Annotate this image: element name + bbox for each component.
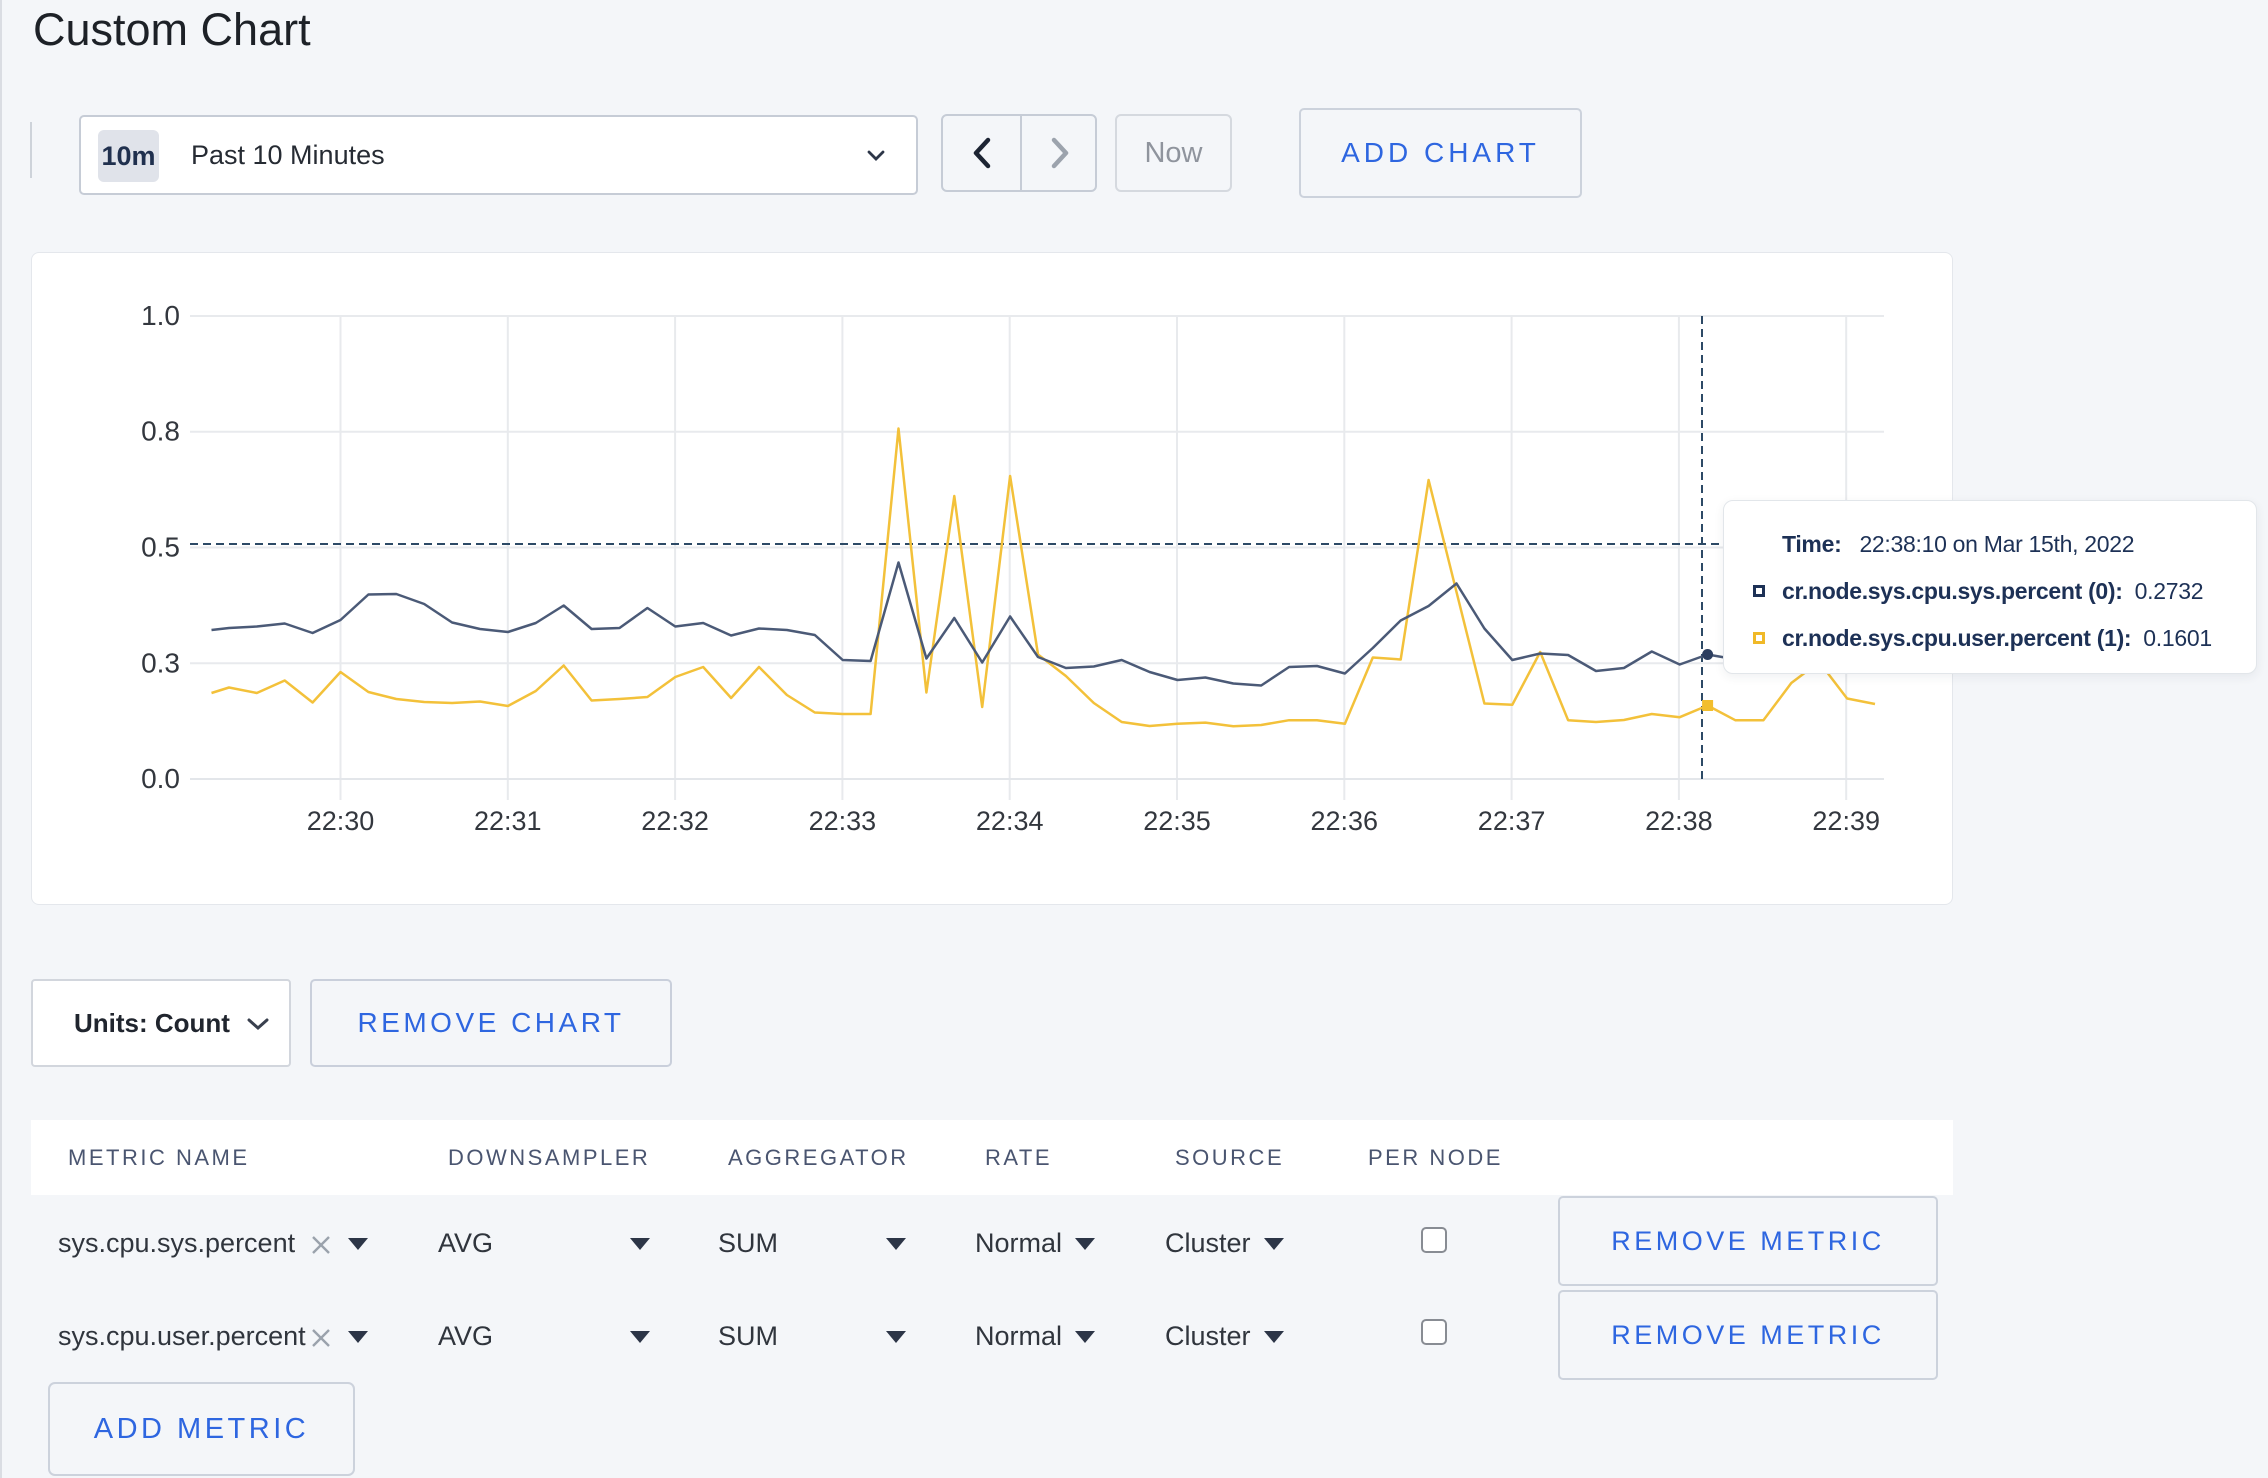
svg-text:0.8: 0.8	[141, 416, 180, 447]
svg-text:22:33: 22:33	[809, 806, 877, 836]
svg-text:0.5: 0.5	[141, 532, 180, 563]
svg-text:22:37: 22:37	[1478, 806, 1546, 836]
svg-text:22:34: 22:34	[976, 806, 1044, 836]
svg-text:22:30: 22:30	[307, 806, 375, 836]
svg-text:0.0: 0.0	[141, 763, 180, 794]
svg-text:0.3: 0.3	[141, 648, 180, 679]
svg-text:22:36: 22:36	[1311, 806, 1379, 836]
svg-text:22:39: 22:39	[1812, 806, 1880, 836]
svg-text:22:35: 22:35	[1143, 806, 1211, 836]
svg-text:22:31: 22:31	[474, 806, 542, 836]
svg-text:22:32: 22:32	[641, 806, 709, 836]
svg-text:1.0: 1.0	[141, 300, 180, 331]
svg-text:22:38: 22:38	[1645, 806, 1713, 836]
